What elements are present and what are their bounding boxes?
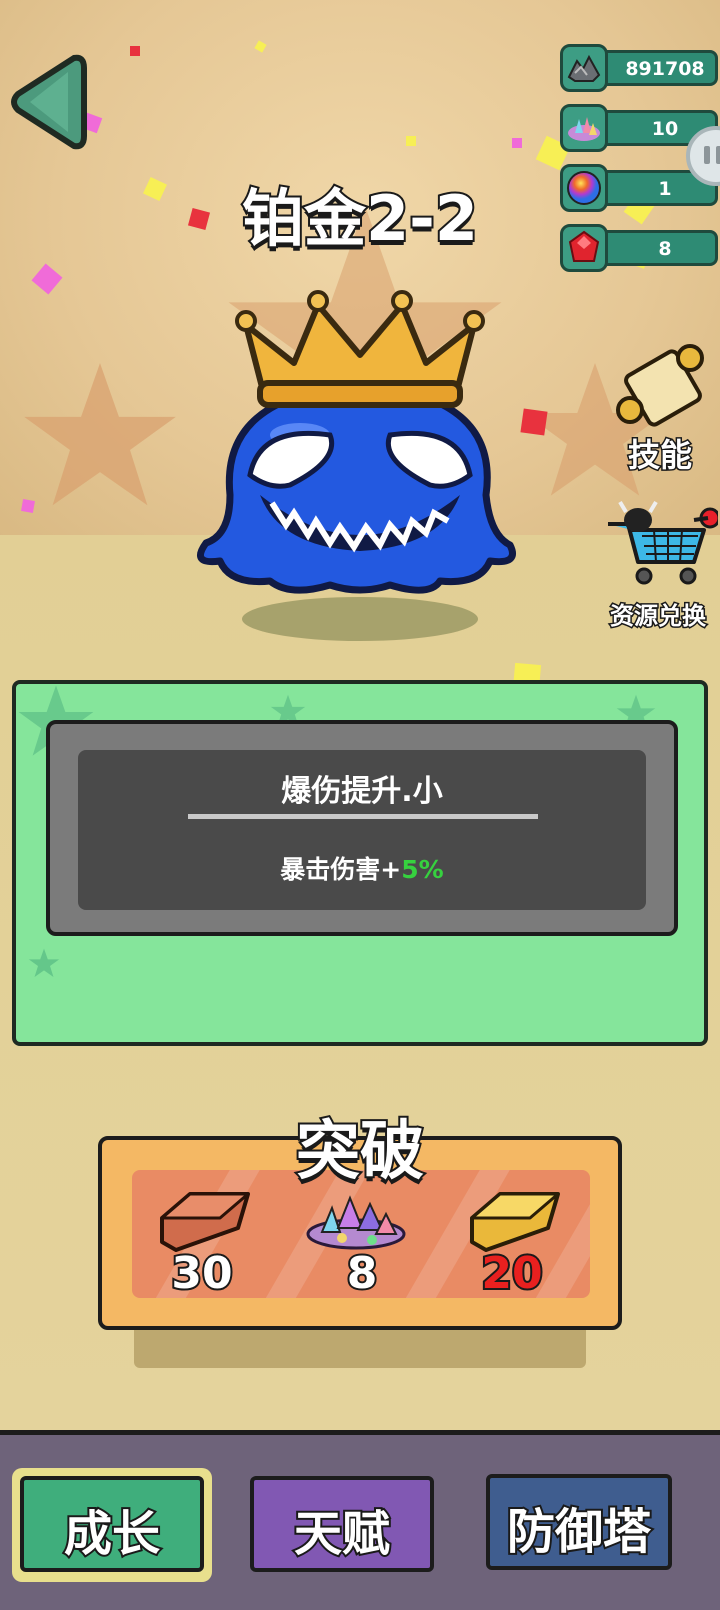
scrap-metal-icon <box>560 44 608 92</box>
upgrade-card[interactable]: 爆伤提升.小 暴击伤害+5% <box>46 720 678 936</box>
upgrade-description: 暴击伤害+5% <box>78 850 646 886</box>
resource-exchange-button[interactable]: 资源兑换 <box>596 500 720 632</box>
confetti <box>130 46 140 56</box>
cost-amount: 30 <box>169 1246 234 1298</box>
exchange-label: 资源兑换 <box>609 601 708 632</box>
upgrade-title: 爆伤提升.小 <box>281 774 443 809</box>
cost-amount: 8 <box>345 1246 380 1298</box>
stage-title: 铂金2-2 <box>240 180 480 257</box>
back-arrow-icon[interactable] <box>8 52 88 152</box>
card-divider <box>188 814 538 819</box>
tab-growth-label: 成长 <box>62 1504 162 1564</box>
skills-label: 技能 <box>626 435 693 476</box>
tab-talent[interactable]: 天赋 <box>250 1476 434 1572</box>
tab-defense-tower-label: 防御塔 <box>505 1502 653 1562</box>
background-star-icon <box>24 363 176 506</box>
confetti <box>512 138 522 148</box>
cost-gold-bar: 20 <box>442 1188 582 1298</box>
scroll-icon <box>616 344 704 427</box>
tab-defense-tower[interactable]: 防御塔 <box>486 1474 672 1570</box>
boss-slime-king <box>196 290 516 641</box>
tab-talent-label: 天赋 <box>292 1504 392 1564</box>
tab-growth[interactable]: 成长 <box>20 1476 204 1572</box>
breakthrough-title: 突破 <box>294 1113 426 1191</box>
upgrade-card-inner: 爆伤提升.小 暴击伤害+5% <box>78 750 646 910</box>
cost-copper-bar: 30 <box>132 1188 272 1298</box>
upgrade-desc-value: 5% <box>401 855 444 884</box>
skills-button[interactable]: 技能 <box>600 340 720 476</box>
resource-value: 891708 <box>625 58 705 80</box>
upgrade-desc-prefix: 暴击伤害+ <box>280 855 402 884</box>
cost-crystal-pile: 8 <box>292 1188 432 1298</box>
upgrade-panel: 爆伤提升.小 暴击伤害+5% <box>12 680 708 1046</box>
resource-scrap: 891708 <box>560 44 720 92</box>
shopping-cart-icon <box>608 500 718 585</box>
confetti <box>406 136 416 146</box>
confetti <box>21 499 35 513</box>
crystal-pile-icon <box>560 104 608 152</box>
cost-amount-insufficient: 20 <box>479 1246 544 1298</box>
panel-star-icon <box>28 948 60 978</box>
